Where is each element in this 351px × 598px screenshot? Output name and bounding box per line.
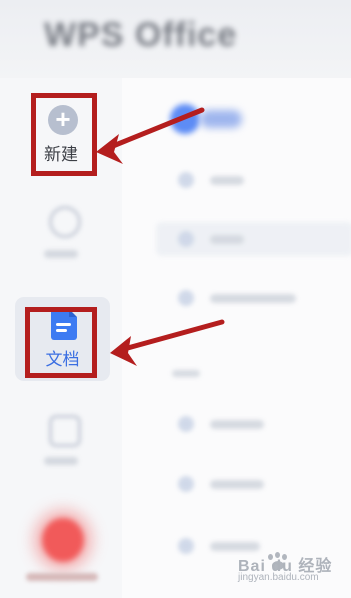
arrow-to-docs — [121, 319, 225, 352]
arrow-to-new — [105, 107, 205, 151]
arrowhead-docs — [110, 336, 137, 366]
watermark-url: jingyan.baidu.com — [238, 572, 319, 583]
annotation-arrows — [96, 107, 225, 366]
baidu-jingyan-watermark: Bai du 经验 jingyan.baidu.com — [232, 552, 344, 590]
arrowhead-new — [96, 134, 123, 164]
